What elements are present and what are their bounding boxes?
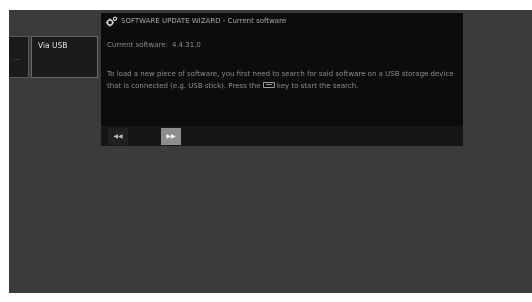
tv-screen: ... Via USB SOFTWARE UPDATE WIZARD - Cur…	[9, 10, 532, 293]
dialog-title: SOFTWARE UPDATE WIZARD - Current softwar…	[121, 17, 287, 25]
side-menu-item-via-usb[interactable]: Via USB	[31, 36, 98, 78]
back-button[interactable]: ◀◀	[108, 128, 128, 145]
dialog-header: SOFTWARE UPDATE WIZARD - Current softwar…	[101, 13, 463, 30]
software-update-dialog: SOFTWARE UPDATE WIZARD - Current softwar…	[101, 13, 463, 146]
side-menu-previous-label: ...	[14, 55, 20, 62]
side-menu-item-label: Via USB	[38, 41, 68, 50]
wizard-navigation-bar: ◀◀ ▶▶	[101, 126, 463, 146]
current-software-row: Current software: 4.4.31.0	[107, 41, 201, 49]
forward-button[interactable]: ▶▶	[161, 128, 181, 145]
keyboard-key-icon	[262, 81, 275, 88]
instructions-text-end: key to start the search.	[276, 81, 359, 90]
dialog-instructions: To load a new piece of software, you fir…	[107, 69, 455, 92]
side-menu-previous-item[interactable]: ...	[9, 36, 29, 78]
current-software-label: Current software:	[107, 41, 168, 49]
gear-icon	[106, 16, 118, 27]
side-menu: ... Via USB	[9, 36, 101, 78]
current-software-version: 4.4.31.0	[171, 41, 201, 49]
